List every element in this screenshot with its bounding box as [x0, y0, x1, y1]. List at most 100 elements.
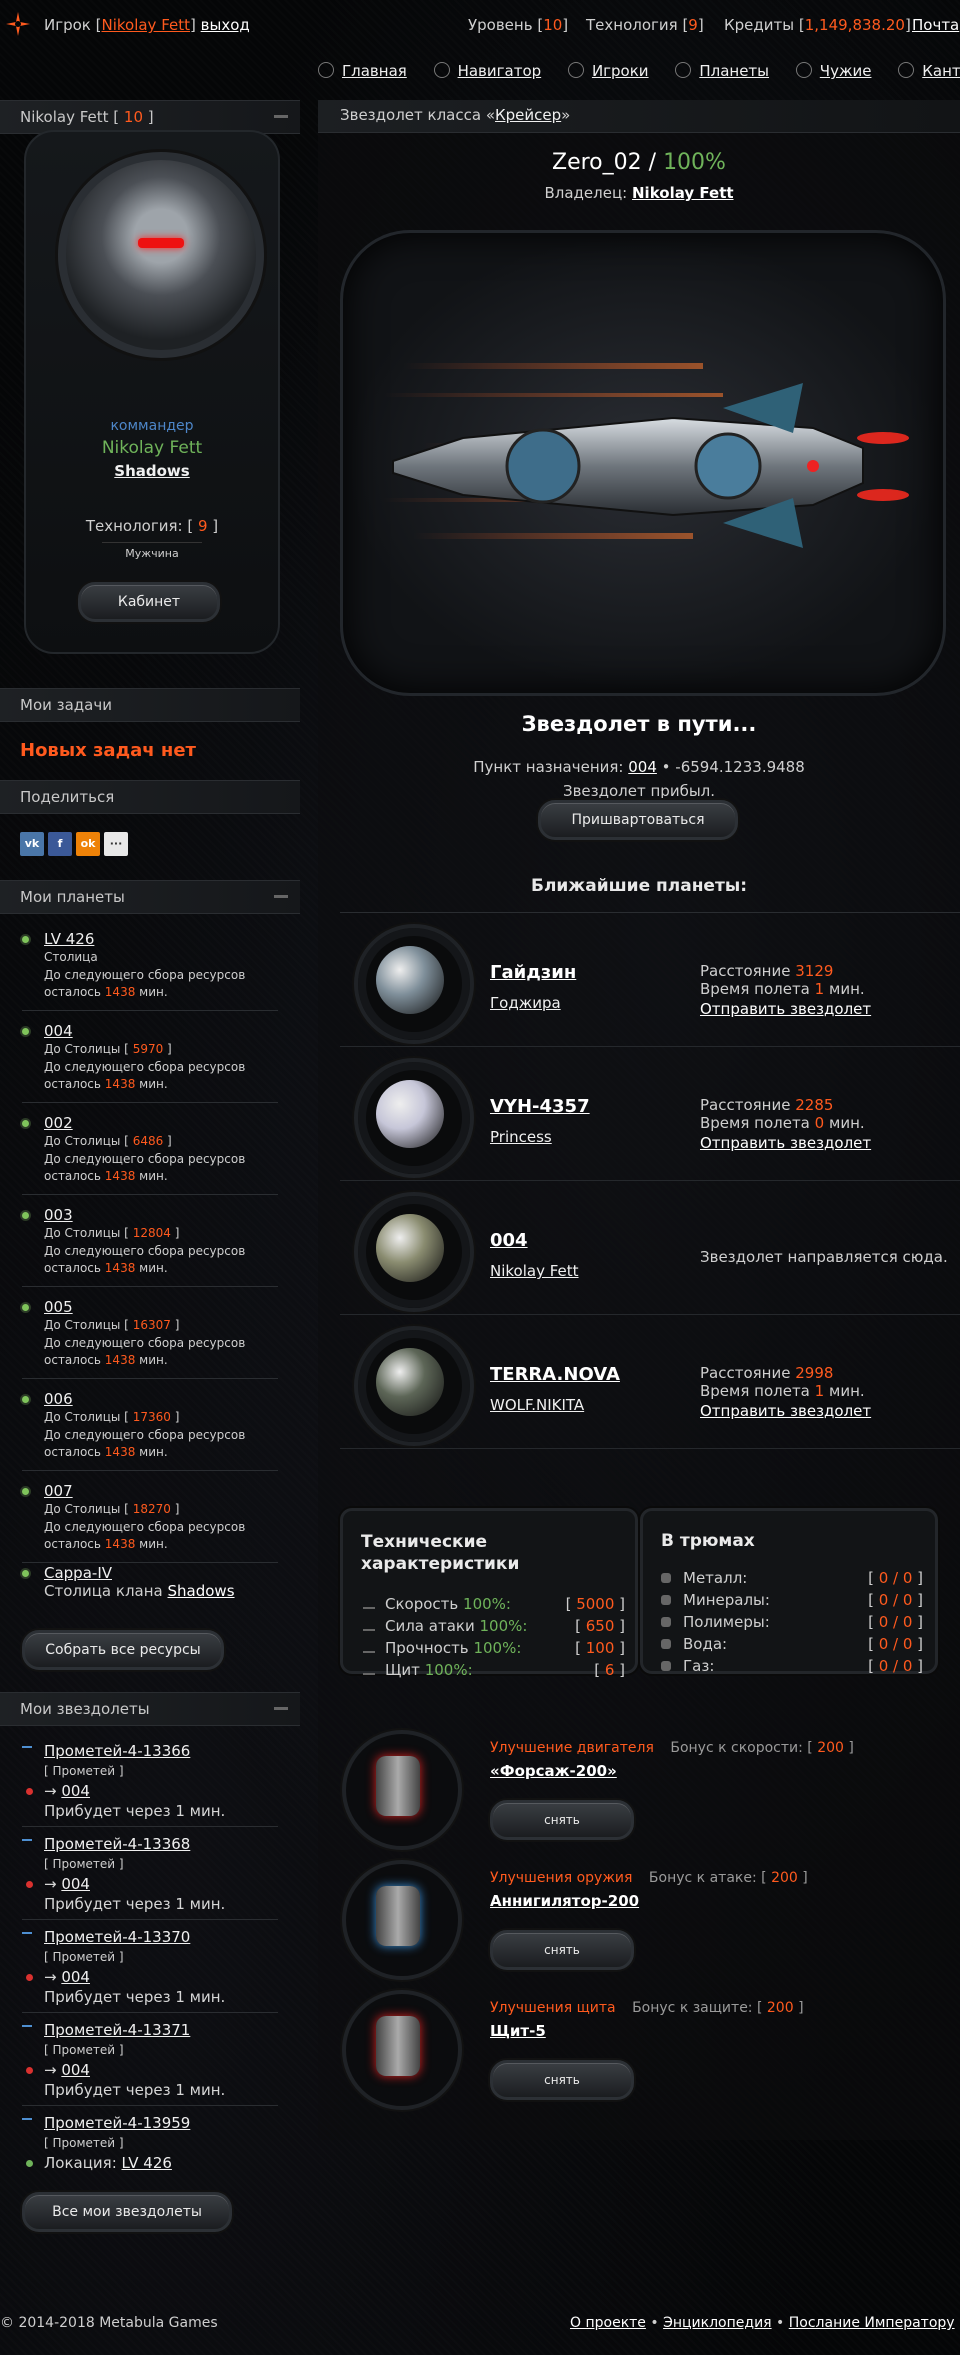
planet-orb[interactable]	[354, 1192, 474, 1312]
upgrade-name-link[interactable]: Аннигилятор-200	[490, 1892, 639, 1910]
upgrade-name-link[interactable]: «Форсаж-200»	[490, 1762, 617, 1780]
planet-name-link[interactable]: TERRA.NOVA	[490, 1364, 620, 1385]
ship-name-link[interactable]: Прометей-4-13370	[44, 1928, 190, 1946]
planet-name-link[interactable]: 004	[44, 1022, 73, 1040]
divider	[22, 1194, 278, 1195]
upgrade-module-icon	[376, 2016, 420, 2076]
ship-class-link[interactable]: Крейсер	[495, 106, 561, 124]
destination-link[interactable]: 004	[628, 758, 657, 776]
planet-status-icon	[22, 1488, 29, 1495]
spec-row: Щит 100%: [ 6 ]	[363, 1661, 625, 1679]
planet-owner-link[interactable]: Годжира	[490, 994, 561, 1012]
nav-item-players[interactable]: Игроки	[567, 62, 649, 80]
share-button-3[interactable]: ···	[104, 832, 128, 856]
footer-link-emperor[interactable]: Послание Императору	[789, 2315, 955, 2331]
spec-number: 650	[585, 1617, 615, 1635]
cargo-label: Газ:	[683, 1657, 715, 1675]
ship-status-title: Звездолет в пути...	[521, 712, 757, 736]
planet-distance: Расстояние 2285	[700, 1096, 833, 1114]
collapse-icon[interactable]	[274, 1707, 288, 1710]
nav-item-home[interactable]: Главная	[318, 62, 407, 80]
share-button-2[interactable]: ok	[76, 832, 100, 856]
cabinet-button[interactable]: Кабинет	[78, 582, 220, 622]
specs-title: Технические характеристики	[361, 1532, 520, 1574]
planet-name-link[interactable]: 002	[44, 1114, 73, 1132]
planet-distance: До Столицы [ 6486 ]	[44, 1134, 172, 1148]
planet-name-link[interactable]: LV 426	[44, 930, 94, 948]
nearest-planet-row: VYH-4357 Princess Расстояние 2285 Время пол…	[340, 1048, 960, 1181]
send-ship-link[interactable]: Отправить звездолет	[700, 1134, 871, 1152]
planet-name-link[interactable]: Гайдзин	[490, 962, 576, 983]
collect-time: осталось 1438 мин.	[44, 1261, 168, 1275]
planet-name-link[interactable]: 007	[44, 1482, 73, 1500]
planet-name-link[interactable]: VYH-4357	[490, 1096, 590, 1117]
player-name-link[interactable]: Nikolay Fett	[101, 16, 190, 34]
collect-all-button[interactable]: Собрать все ресурсы	[22, 1630, 224, 1670]
planet-owner-link[interactable]: WOLF.NIKITA	[490, 1396, 584, 1414]
planet-name-link[interactable]: 004	[490, 1230, 528, 1251]
share-button-0[interactable]: vk	[20, 832, 44, 856]
left-value: 1438	[104, 1169, 136, 1183]
collapse-icon[interactable]	[274, 115, 288, 118]
cargo-icon	[661, 1573, 671, 1583]
ship-name-link[interactable]: Прометей-4-13368	[44, 1835, 190, 1853]
cargo-label: Вода:	[683, 1635, 728, 1653]
game-logo-icon[interactable]	[4, 10, 32, 38]
footer-link-encyclopedia[interactable]: Энциклопедия	[663, 2315, 772, 2331]
mail-link[interactable]: Почта	[912, 16, 959, 34]
nav-item-planets[interactable]: Планеты	[675, 62, 769, 80]
ship-name-link[interactable]: Прометей-4-13371	[44, 2021, 190, 2039]
planet-distance: Расстояние 3129	[700, 962, 833, 980]
share-button-1[interactable]: f	[48, 832, 72, 856]
planet-orb[interactable]	[354, 924, 474, 1044]
planet-name-link[interactable]: 003	[44, 1206, 73, 1224]
upgrade-name-link[interactable]: Щит-5	[490, 2022, 546, 2040]
remove-upgrade-button[interactable]: снять	[490, 2060, 634, 2100]
collapse-icon[interactable]	[274, 895, 288, 898]
ship-owner-link[interactable]: Nikolay Fett	[632, 184, 734, 202]
ship-destination-link[interactable]: 004	[61, 2061, 90, 2079]
nav-item-aliens[interactable]: Чужие	[795, 62, 871, 80]
planet-status-icon	[22, 1304, 29, 1311]
collect-label: До следующего сбора ресурсов	[44, 1244, 246, 1258]
planet-orb[interactable]	[354, 1326, 474, 1446]
planet-name-link[interactable]: 005	[44, 1298, 73, 1316]
planet-owner-link[interactable]: Princess	[490, 1128, 552, 1146]
nav-item-navigator[interactable]: Навигатор	[433, 62, 541, 80]
ship-destination-link[interactable]: 004	[61, 1875, 90, 1893]
ship-location-link[interactable]: LV 426	[122, 2154, 172, 2172]
remove-upgrade-button[interactable]: снять	[490, 1930, 634, 1970]
nav-gear-icon	[675, 62, 692, 78]
ship-destination-link[interactable]: 004	[61, 1782, 90, 1800]
upgrade-icon[interactable]	[342, 1730, 462, 1850]
spec-icon	[363, 1597, 375, 1609]
planet-orb[interactable]	[354, 1058, 474, 1178]
dock-button[interactable]: Пришвартоваться	[538, 800, 738, 840]
upgrade-bonus-value: 200	[766, 2000, 794, 2016]
planet-flight-time: Время полета 0 мин.	[700, 1114, 865, 1132]
ship-destination-link[interactable]: 004	[61, 1968, 90, 1986]
cargo-icon	[661, 1661, 671, 1671]
clan-link[interactable]: Shadows	[168, 1582, 235, 1600]
ship-name-link[interactable]: Прометей-4-13366	[44, 1742, 190, 1760]
nav-item-cantina[interactable]: Кантина	[898, 62, 960, 80]
footer-link-about[interactable]: О проекте	[570, 2315, 646, 2331]
remove-upgrade-button[interactable]: снять	[490, 1800, 634, 1840]
ship-icon	[22, 2025, 32, 2035]
upgrade-icon[interactable]	[342, 1860, 462, 1980]
clan-planet-link[interactable]: Cappa-IV	[44, 1564, 112, 1582]
spec-number: 5000	[576, 1595, 615, 1613]
planet-owner-link[interactable]: Nikolay Fett	[490, 1262, 579, 1280]
profile-clan-link[interactable]: Shadows	[26, 462, 278, 480]
all-ships-button[interactable]: Все мои звездолеты	[22, 2192, 232, 2232]
footer: © 2014-2018 Metabula Games О проекте • Э…	[0, 2315, 960, 2345]
planet-name-link[interactable]: 006	[44, 1390, 73, 1408]
ship-name-link[interactable]: Прометей-4-13959	[44, 2114, 190, 2132]
upgrade-icon[interactable]	[342, 1990, 462, 2110]
avatar[interactable]	[58, 152, 264, 358]
cargo-number: 0 / 0	[878, 1613, 913, 1631]
send-ship-link[interactable]: Отправить звездолет	[700, 1000, 871, 1018]
logout-link[interactable]: выход	[201, 16, 250, 34]
left-label: осталось	[44, 1169, 101, 1183]
send-ship-link[interactable]: Отправить звездолет	[700, 1402, 871, 1420]
